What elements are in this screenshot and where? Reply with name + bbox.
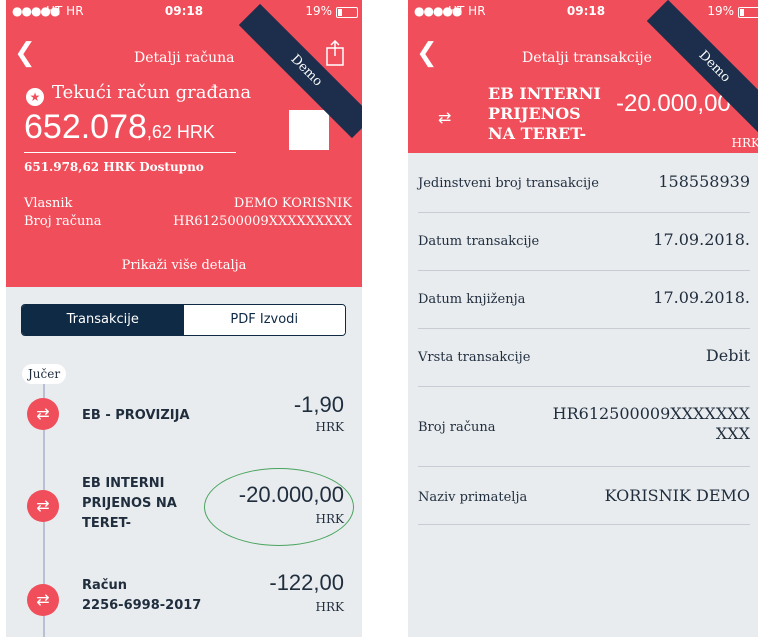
balance-underline <box>24 152 236 153</box>
transaction-title-line: PRIJENOS NA <box>82 496 177 511</box>
star-icon: ★ <box>26 88 44 106</box>
account-header: ●●●●● HT HR 09:18 19% ❮ Detalji računa ★… <box>6 0 362 287</box>
transfer-icon: ⇄ <box>27 398 59 430</box>
highlight-annotation <box>204 468 354 546</box>
status-time: 09:18 <box>566 4 606 18</box>
available-balance: 651.978,62 HRK Dostupno <box>24 160 204 174</box>
transaction-title-line: TERET- <box>82 516 131 531</box>
tab-pdf-statements[interactable]: PDF Izvodi <box>183 305 345 335</box>
divider <box>418 466 750 467</box>
transaction-amount: -20.000,00 <box>616 90 731 117</box>
detail-value-line: HR612500009XXXXXXX <box>552 404 750 423</box>
transaction-amount: -122,00 <box>269 570 344 595</box>
battery-icon <box>738 7 758 18</box>
transaction-title-line: 2256-6998-2017 <box>82 598 202 613</box>
owner-value: DEMO KORISNIK <box>233 196 352 211</box>
detail-value: 158558939 <box>658 172 750 191</box>
balance-whole: 652.078 <box>24 108 147 146</box>
card-icon <box>289 110 329 150</box>
back-icon[interactable]: ❮ <box>14 40 36 66</box>
back-icon[interactable]: ❮ <box>416 40 438 66</box>
day-badge: Jučer <box>22 364 67 384</box>
detail-value: 17.09.2018. <box>653 288 750 307</box>
transaction-title: EB INTERNI PRIJENOS NA TERET- <box>488 84 601 144</box>
detail-label: Naziv primatelja <box>418 490 528 505</box>
detail-label: Vrsta transakcije <box>418 350 531 365</box>
transaction-title-line: NA TERET- <box>488 124 587 143</box>
transaction-title-line: EB INTERNI <box>488 84 601 103</box>
status-bar: ●●●●● HT HR 09:18 19% <box>6 0 362 22</box>
transaction-amount: -1,90 <box>293 392 344 417</box>
transaction-title-line: EB INTERNI <box>82 476 165 491</box>
transaction-currency: HRK <box>315 600 344 614</box>
transaction-title-line: Račun <box>82 578 127 593</box>
show-more-details-link[interactable]: Prikaži više detalja <box>6 258 362 273</box>
divider <box>418 328 750 329</box>
tab-transactions[interactable]: Transakcije <box>22 305 184 335</box>
detail-label: Broj računa <box>418 420 496 435</box>
page-title: Detalji transakcije <box>522 50 652 66</box>
status-bar: ●●●●● HT HR 09:18 19% <box>408 0 758 22</box>
account-number-label: Broj računa <box>24 214 102 229</box>
detail-label: Datum transakcije <box>418 234 540 249</box>
battery-icon <box>336 7 358 18</box>
transaction-details-screen: ●●●●● HT HR 09:18 19% ❮ Detalji transakc… <box>408 0 758 637</box>
detail-value: Debit <box>705 346 750 365</box>
transaction-title-line: EB - PROVIZIJA <box>82 408 190 423</box>
divider <box>418 524 750 525</box>
transfer-icon: ⇄ <box>27 584 59 616</box>
transaction-currency: HRK <box>315 420 344 434</box>
divider <box>418 386 750 387</box>
share-icon[interactable] <box>326 40 344 66</box>
divider <box>418 212 750 213</box>
tabs: Transakcije PDF Izvodi <box>21 304 346 336</box>
transaction-title[interactable]: Račun 2256-6998-2017 <box>82 576 201 616</box>
transaction-title-line: PRIJENOS <box>488 104 581 123</box>
account-details-screen: ●●●●● HT HR 09:18 19% ❮ Detalji računa ★… <box>6 0 362 637</box>
transaction-title[interactable]: EB - PROVIZIJA <box>82 406 190 426</box>
battery-percent: 19% <box>707 4 734 18</box>
detail-value-line: XXX <box>715 424 750 443</box>
divider <box>418 270 750 271</box>
detail-value: 17.09.2018. <box>653 230 750 249</box>
balance-decimal: ,62 HRK <box>146 122 215 142</box>
battery-percent: 19% <box>305 4 332 18</box>
detail-value: HR612500009XXXXXXX XXX <box>553 404 750 444</box>
account-number-value: HR612500009XXXXXXXXX <box>173 214 352 229</box>
account-balance: 652.078,62 HRK <box>24 108 215 147</box>
owner-label: Vlasnik <box>24 196 73 211</box>
detail-value: KORISNIK DEMO <box>604 486 750 505</box>
transfer-icon: ⇄ <box>27 490 59 522</box>
account-name: Tekući račun građana <box>52 82 252 103</box>
detail-label: Jedinstveni broj transakcije <box>418 176 599 191</box>
transaction-title[interactable]: EB INTERNI PRIJENOS NA TERET- <box>82 474 177 534</box>
detail-label: Datum knjiženja <box>418 292 526 307</box>
transfer-icon: ⇄ <box>438 108 452 127</box>
transaction-currency: HRK <box>731 136 758 150</box>
page-title: Detalji računa <box>134 50 235 66</box>
